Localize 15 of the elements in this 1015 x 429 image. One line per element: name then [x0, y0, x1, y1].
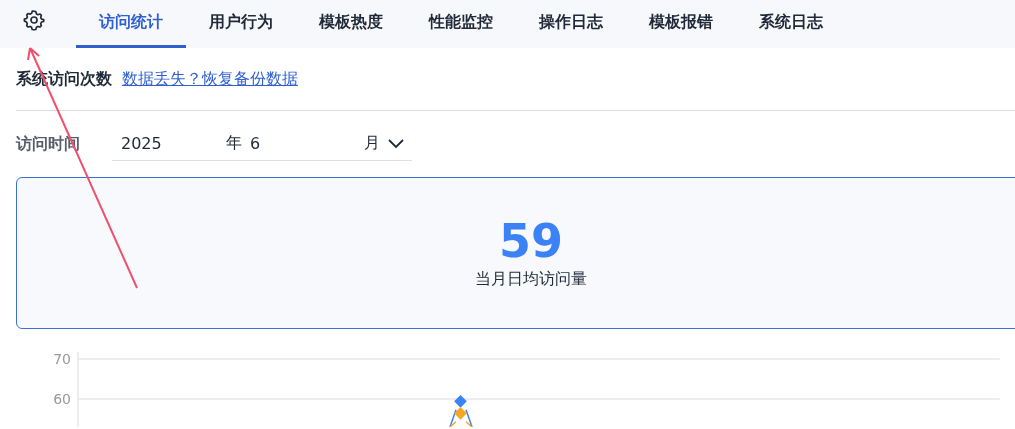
settings-icon[interactable]: [23, 9, 45, 31]
summary-value: 59: [499, 216, 563, 267]
tab[interactable]: 系统日志: [736, 0, 846, 48]
tab[interactable]: 用户行为: [186, 0, 296, 48]
tab[interactable]: 模板热度: [296, 0, 406, 48]
restore-link[interactable]: 数据丢失？恢复备份数据: [122, 68, 298, 90]
month-picker[interactable]: 2025 年 6 月: [112, 127, 412, 161]
y-tick-label: 70: [53, 351, 71, 367]
tab[interactable]: 性能监控: [406, 0, 516, 48]
tab[interactable]: 模板报错: [626, 0, 736, 48]
y-tick-label: 60: [53, 391, 71, 407]
tab[interactable]: 操作日志: [516, 0, 626, 48]
summary-caption: 当月日均访问量: [475, 268, 587, 290]
tab[interactable]: 访问统计: [76, 0, 186, 48]
chevron-down-icon: [388, 138, 404, 149]
